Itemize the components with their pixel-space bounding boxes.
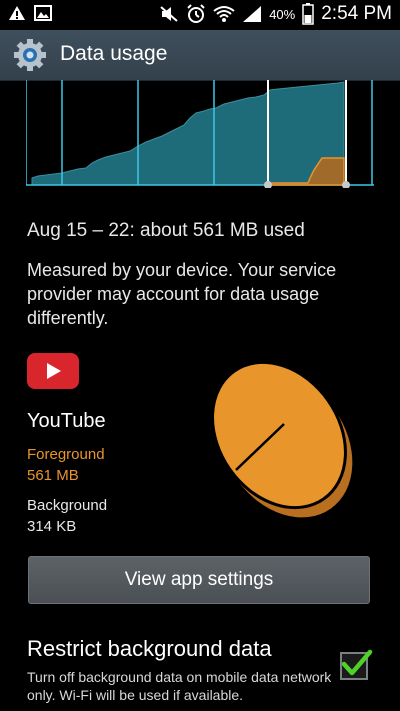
view-app-settings-button[interactable]: View app settings — [28, 556, 370, 604]
usage-pie-chart — [211, 360, 353, 518]
checkmark-icon — [341, 649, 373, 676]
clock: 2:54 PM — [321, 3, 392, 24]
measurement-note: Measured by your device. Your service pr… — [27, 260, 337, 328]
app-name: YouTube — [27, 410, 106, 432]
battery-percent: 40% — [269, 6, 296, 22]
page-title: Data usage — [60, 42, 168, 65]
foreground-value: 561 MB — [27, 467, 79, 484]
background-value: 314 KB — [27, 518, 77, 535]
youtube-icon — [27, 353, 79, 389]
background-label: Background — [27, 497, 108, 514]
warning-icon — [9, 6, 25, 20]
restrict-background-description: Turn off background data on mobile data … — [27, 669, 332, 703]
settings-gear-icon[interactable] — [12, 37, 48, 73]
usage-summary: Aug 15 – 22: about 561 MB used — [27, 220, 305, 241]
battery-icon — [302, 3, 314, 25]
restrict-background-checkbox[interactable] — [340, 649, 373, 680]
mute-icon — [160, 6, 178, 22]
usage-chart[interactable] — [25, 80, 374, 189]
wifi-icon — [213, 6, 235, 22]
status-bar: 40% 2:54 PM — [0, 0, 400, 30]
signal-icon — [243, 6, 262, 22]
total-usage-area — [31, 81, 345, 186]
restrict-background-title[interactable]: Restrict background data — [27, 636, 272, 662]
foreground-label: Foreground — [27, 446, 105, 463]
alarm-icon — [187, 4, 205, 23]
action-bar: Data usage — [0, 30, 400, 81]
image-icon — [34, 5, 52, 21]
